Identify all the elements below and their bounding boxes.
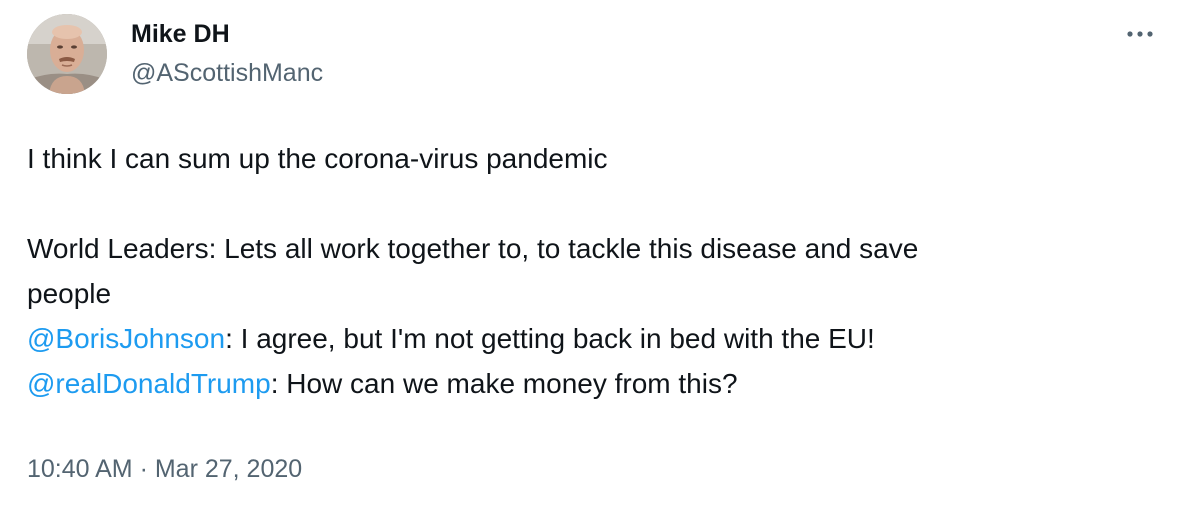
tweet-text-line: World Leaders: Lets all work together to… [27, 233, 919, 264]
tweet-text-fragment: : I agree, but I'm not getting back in b… [225, 323, 875, 354]
tweet-time: 10:40 AM [27, 455, 133, 483]
more-options-button[interactable] [1120, 20, 1160, 48]
user-handle[interactable]: @AScottishManc [131, 56, 323, 90]
tweet-text-line: @realDonaldTrump: How can we make money … [27, 361, 1157, 406]
timestamp-separator: · [132, 455, 155, 483]
tweet-text-line: I think I can sum up the corona-virus pa… [27, 143, 608, 174]
tweet-timestamp[interactable]: 10:40 AM · Mar 27, 2020 [27, 452, 302, 486]
display-name[interactable]: Mike DH [131, 17, 323, 51]
tweet-card: Mike DH @AScottishManc I think I can sum… [0, 0, 1188, 508]
tweet-text-fragment: : How can we make money from this? [270, 368, 738, 399]
avatar[interactable] [27, 14, 107, 94]
tweet-text-line: @BorisJohnson: I agree, but I'm not gett… [27, 316, 1157, 361]
more-options-icon [1127, 31, 1153, 37]
mention-link-realdonaldtrump[interactable]: @realDonaldTrump [27, 368, 271, 399]
tweet-text-spacer [27, 181, 1157, 226]
mention-link-borisjohnson[interactable]: @BorisJohnson [27, 323, 225, 354]
author-info: Mike DH @AScottishManc [131, 17, 323, 90]
profile-photo-icon [27, 14, 107, 94]
tweet-date: Mar 27, 2020 [154, 455, 303, 483]
tweet-text-line: people [27, 278, 112, 309]
tweet-text: I think I can sum up the corona-virus pa… [27, 136, 1157, 406]
